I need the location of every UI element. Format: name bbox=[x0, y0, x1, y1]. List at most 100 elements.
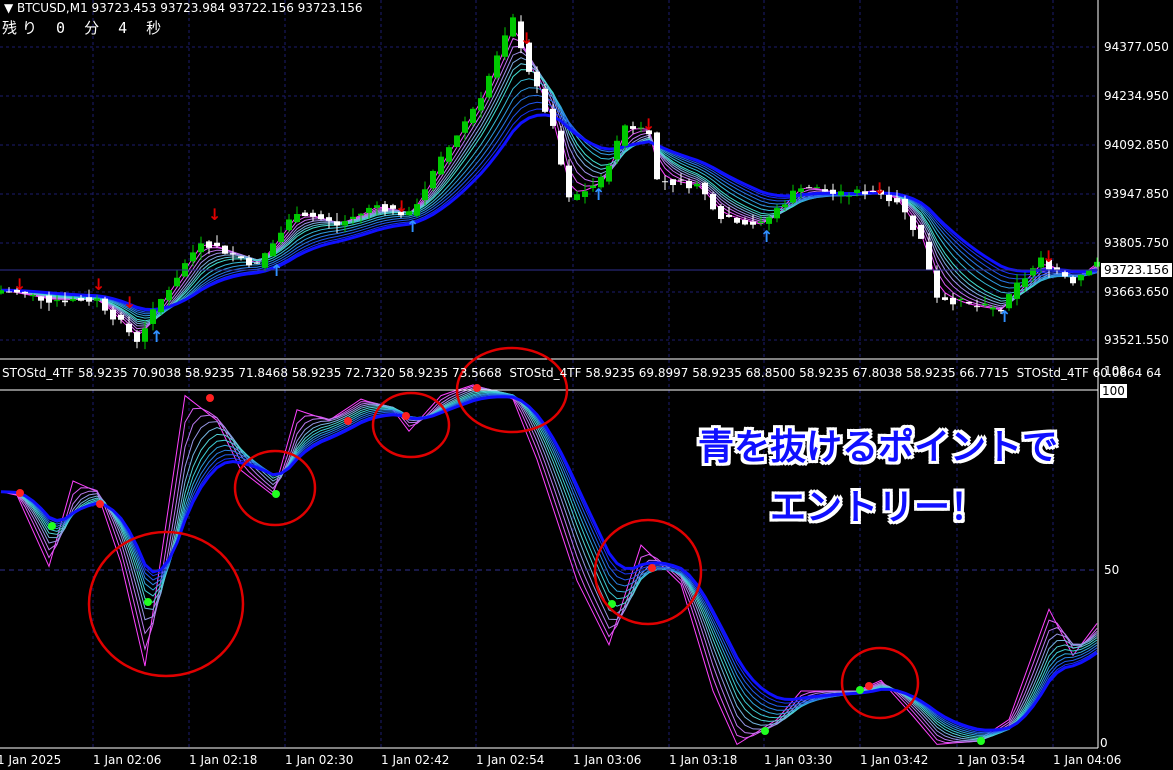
annotation-line-2: エントリー！ bbox=[769, 487, 986, 528]
sell-arrow-icon: ↓ bbox=[92, 275, 105, 294]
candle-bull bbox=[158, 298, 164, 313]
candle-bear bbox=[326, 217, 332, 221]
candle-bear bbox=[718, 206, 724, 219]
candle-bear bbox=[222, 245, 228, 254]
candle-bull bbox=[486, 75, 492, 98]
candle-bear bbox=[118, 314, 124, 320]
candle-bear bbox=[934, 270, 940, 298]
indicator-axis-label: 108 bbox=[1104, 364, 1127, 378]
candle-bull bbox=[374, 205, 380, 208]
candle-bull bbox=[1022, 278, 1028, 287]
candle-bull bbox=[422, 189, 428, 201]
ribbon-line bbox=[0, 94, 1098, 315]
candle-bull bbox=[94, 298, 100, 301]
highlight-circle bbox=[87, 530, 245, 678]
candle-bull bbox=[294, 214, 300, 223]
ribbon-line bbox=[0, 51, 1098, 327]
ribbon-line bbox=[0, 28, 1098, 337]
buy-arrow-icon: ↑ bbox=[592, 185, 605, 204]
time-label: 1 Jan 03:06 bbox=[573, 753, 642, 767]
sell-dot bbox=[344, 417, 352, 425]
candle-bull bbox=[198, 243, 204, 253]
candle-bear bbox=[862, 191, 868, 195]
candle-bull bbox=[622, 125, 628, 146]
annotation-circles bbox=[87, 346, 920, 720]
indicator-axis-label: 0 bbox=[1100, 736, 1108, 750]
annotation-line-1: 青を抜けるポイントで bbox=[697, 427, 1058, 468]
price-label: 93521.550 bbox=[1104, 333, 1169, 347]
candle-bull bbox=[798, 188, 804, 192]
candle-bear bbox=[302, 212, 308, 217]
candle-bull bbox=[142, 328, 148, 342]
candle-bull bbox=[574, 194, 580, 200]
candle-bear bbox=[206, 241, 212, 248]
time-label: 1 Jan 03:54 bbox=[957, 753, 1026, 767]
candle-bear bbox=[966, 301, 972, 304]
candle-bull bbox=[70, 299, 76, 301]
sell-arrow-icon: ↓ bbox=[873, 179, 886, 198]
candle-bull bbox=[790, 190, 796, 203]
sell-arrow-icon: ↓ bbox=[208, 205, 221, 224]
candle-bear bbox=[894, 198, 900, 203]
candle-bull bbox=[774, 208, 780, 219]
time-label: 1 Jan 03:18 bbox=[669, 753, 738, 767]
candle-bear bbox=[918, 224, 924, 239]
time-label: 1 Jan 02:54 bbox=[476, 753, 545, 767]
candle-bear bbox=[630, 126, 636, 129]
candle-bull bbox=[414, 204, 420, 216]
candle-bull bbox=[1078, 275, 1084, 281]
candle-bull bbox=[606, 165, 612, 182]
ribbon-line bbox=[0, 87, 1098, 317]
candle-bull bbox=[54, 300, 60, 302]
candle-bull bbox=[438, 156, 444, 175]
candle-bull bbox=[342, 221, 348, 226]
candle-bear bbox=[654, 132, 660, 180]
chart-canvas[interactable]: ↓ ↓ ↓ ↓ ↓ ↓ ↓ ↓ ↓ ↑ ↑ ↑ ↑ ↑ ↑ bbox=[0, 0, 1173, 770]
sell-arrow-icon: ↓ bbox=[1042, 247, 1055, 266]
candle-bull bbox=[454, 135, 460, 147]
ribbon-line bbox=[0, 113, 1098, 312]
candle-bull bbox=[582, 191, 588, 197]
candle-bear bbox=[822, 189, 828, 192]
sell-arrow-icon: ↓ bbox=[520, 29, 533, 48]
time-label: 1 Jan 03:42 bbox=[860, 753, 929, 767]
time-label: 1 Jan 2025 bbox=[0, 753, 62, 767]
candle-bear bbox=[806, 187, 812, 189]
candle-bull bbox=[150, 309, 156, 324]
candle-bull bbox=[278, 232, 284, 242]
candle-bull bbox=[478, 98, 484, 111]
sell-dot bbox=[16, 489, 24, 497]
candle-bull bbox=[958, 298, 964, 300]
candle-bull bbox=[166, 290, 172, 301]
ribbon-line bbox=[0, 37, 1098, 333]
candle-bear bbox=[1062, 272, 1068, 277]
candle-bear bbox=[926, 241, 932, 270]
candle-bear bbox=[742, 220, 748, 225]
candle-bull bbox=[758, 221, 764, 224]
candle-bear bbox=[950, 297, 956, 305]
time-label: 1 Jan 04:06 bbox=[1053, 753, 1122, 767]
candle-bear bbox=[214, 242, 220, 246]
price-ribbon bbox=[0, 28, 1098, 337]
bar-remaining-time: 残り 0 分 4 秒 bbox=[2, 19, 167, 37]
buy-arrow-icon: ↑ bbox=[998, 307, 1011, 326]
price-label: 93663.650 bbox=[1104, 285, 1169, 299]
candle-bear bbox=[726, 215, 732, 217]
candle-bull bbox=[286, 219, 292, 231]
buy-arrow-icon: ↑ bbox=[270, 261, 283, 280]
candle-bull bbox=[190, 252, 196, 262]
candle-bull bbox=[990, 307, 996, 310]
candle-bear bbox=[78, 298, 84, 301]
candle-bear bbox=[230, 253, 236, 255]
candle-bear bbox=[246, 258, 252, 266]
candle-bear bbox=[238, 256, 244, 259]
sell-arrow-icon: ↓ bbox=[642, 115, 655, 134]
buy-dot bbox=[272, 490, 280, 498]
candle-bear bbox=[126, 323, 132, 333]
candle-bull bbox=[510, 17, 516, 37]
candle-bull bbox=[694, 183, 700, 187]
buy-dot bbox=[48, 522, 56, 530]
price-label: 93947.850 bbox=[1104, 187, 1169, 201]
candle-bull bbox=[350, 216, 356, 220]
sell-arrow-icon: ↓ bbox=[395, 197, 408, 216]
